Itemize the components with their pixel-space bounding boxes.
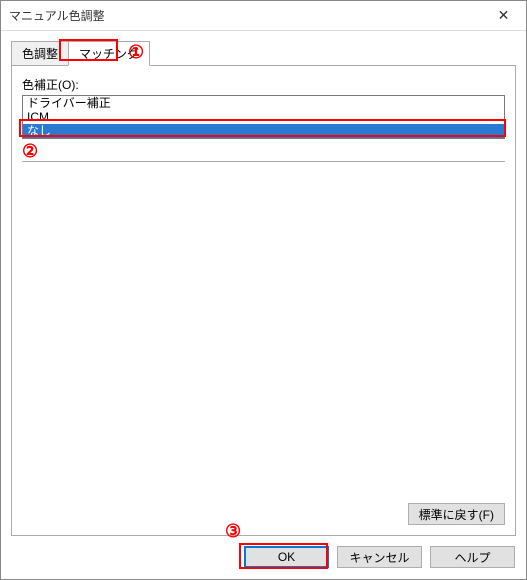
list-item[interactable]: なし (23, 124, 504, 139)
dialog-actions: OK キャンセル ヘルプ (1, 536, 526, 579)
tab-label: マッチング (79, 47, 139, 61)
button-label: OK (278, 550, 295, 564)
cancel-button[interactable]: キャンセル (337, 546, 422, 568)
tab-matching[interactable]: マッチング (68, 41, 150, 66)
window-title: マニュアル色調整 (9, 7, 105, 24)
button-label: キャンセル (349, 549, 409, 566)
titlebar: マニュアル色調整 ✕ (1, 1, 526, 31)
tab-panel-matching: 色補正(O): ドライバー補正 ICM なし 標準に戻す(F) (11, 65, 516, 536)
spacer (22, 162, 505, 497)
button-label: ヘルプ (454, 549, 490, 566)
defaults-button[interactable]: 標準に戻す(F) (408, 503, 505, 525)
color-correction-listbox[interactable]: ドライバー補正 ICM なし (22, 95, 505, 139)
defaults-row: 標準に戻す(F) (22, 503, 505, 525)
close-icon: ✕ (498, 7, 510, 24)
ok-button[interactable]: OK (244, 546, 329, 568)
list-item[interactable]: ICM (23, 110, 504, 124)
color-correction-label: 色補正(O): (22, 76, 505, 93)
list-item[interactable]: ドライバー補正 (23, 96, 504, 110)
dialog-window: マニュアル色調整 ✕ 色調整 マッチング 色補正(O): ドライバー補正 ICM… (0, 0, 527, 580)
help-button[interactable]: ヘルプ (430, 546, 515, 568)
tab-color-adjust[interactable]: 色調整 (11, 41, 69, 66)
close-button[interactable]: ✕ (481, 1, 526, 30)
button-label: 標準に戻す(F) (419, 506, 494, 523)
tabs: 色調整 マッチング (1, 31, 526, 65)
tab-label: 色調整 (22, 47, 58, 61)
